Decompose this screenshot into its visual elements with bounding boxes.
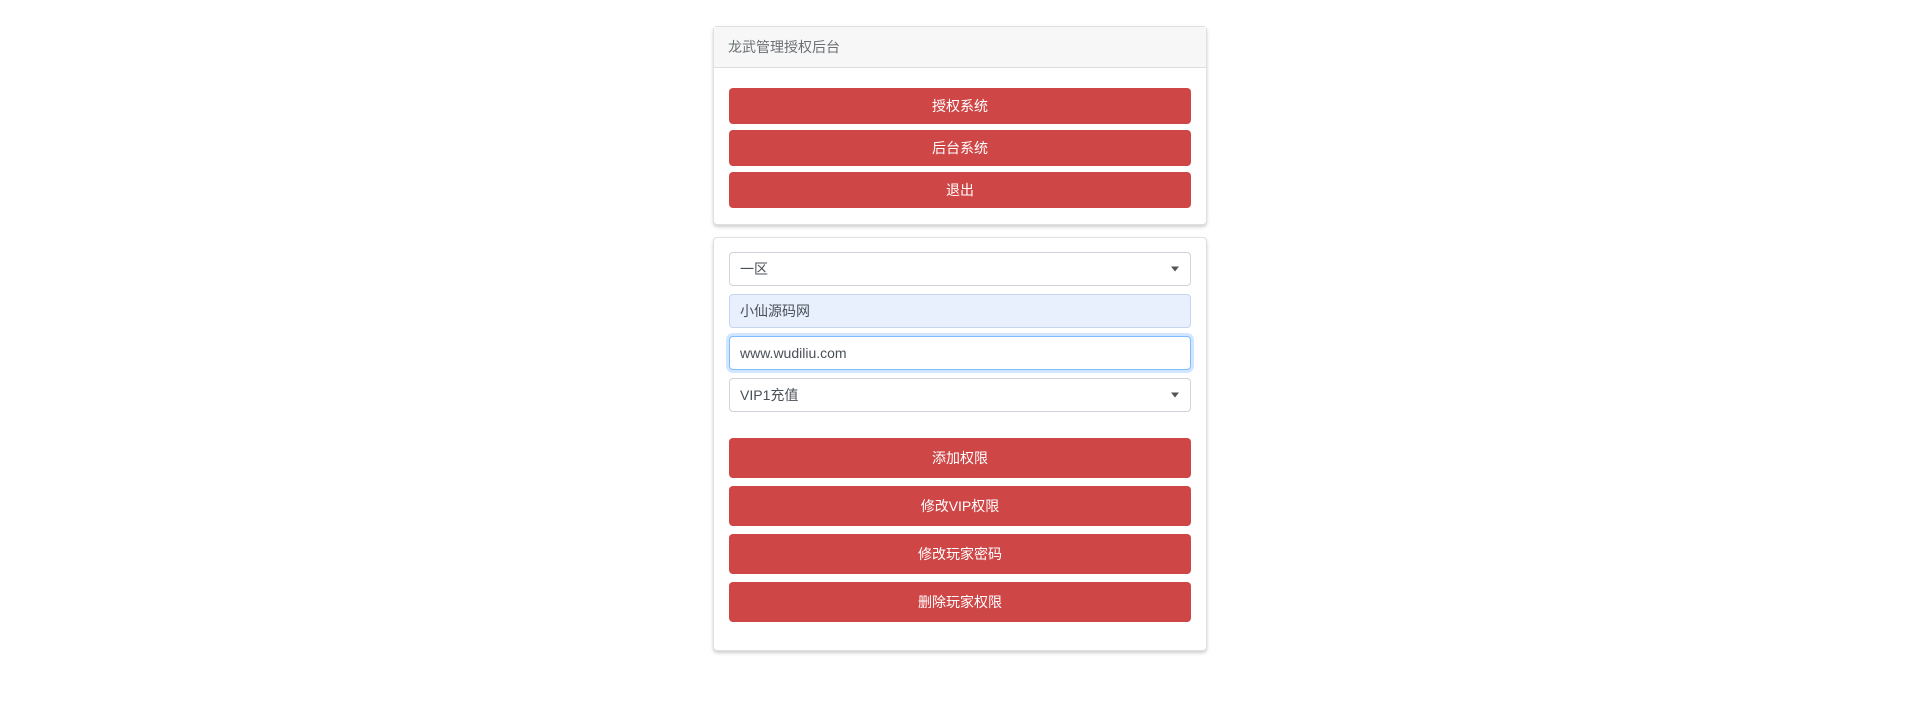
url-input[interactable] [729,336,1191,370]
username-field-group [729,294,1191,328]
page-title: 龙武管理授权后台 [728,40,840,56]
username-input[interactable] [729,294,1191,328]
form-card-body: 一区 VIP1充值 添加权限 [714,238,1206,650]
card-header: 龙武管理授权后台 [714,27,1206,68]
delete-player-permission-button[interactable]: 删除玩家权限 [729,582,1191,622]
url-field-group [729,336,1191,370]
add-permission-button[interactable]: 添加权限 [729,438,1191,478]
nav-card-body: 授权系统 后台系统 退出 [714,68,1206,224]
zone-field-group: 一区 [729,252,1191,286]
vip-select[interactable]: VIP1充值 [729,378,1191,412]
backend-system-button[interactable]: 后台系统 [729,130,1191,166]
form-card: 一区 VIP1充值 添加权限 [713,237,1207,651]
zone-select[interactable]: 一区 [729,252,1191,286]
auth-system-button[interactable]: 授权系统 [729,88,1191,124]
spacer [729,420,1191,438]
vip-field-group: VIP1充值 [729,378,1191,412]
logout-button[interactable]: 退出 [729,172,1191,208]
modify-vip-permission-button[interactable]: 修改VIP权限 [729,486,1191,526]
zone-select-wrap: 一区 [729,252,1191,286]
modify-player-password-button[interactable]: 修改玩家密码 [729,534,1191,574]
vip-select-wrap: VIP1充值 [729,378,1191,412]
nav-card: 龙武管理授权后台 授权系统 后台系统 退出 [713,26,1207,225]
main-container: 龙武管理授权后台 授权系统 后台系统 退出 一区 [713,26,1207,663]
